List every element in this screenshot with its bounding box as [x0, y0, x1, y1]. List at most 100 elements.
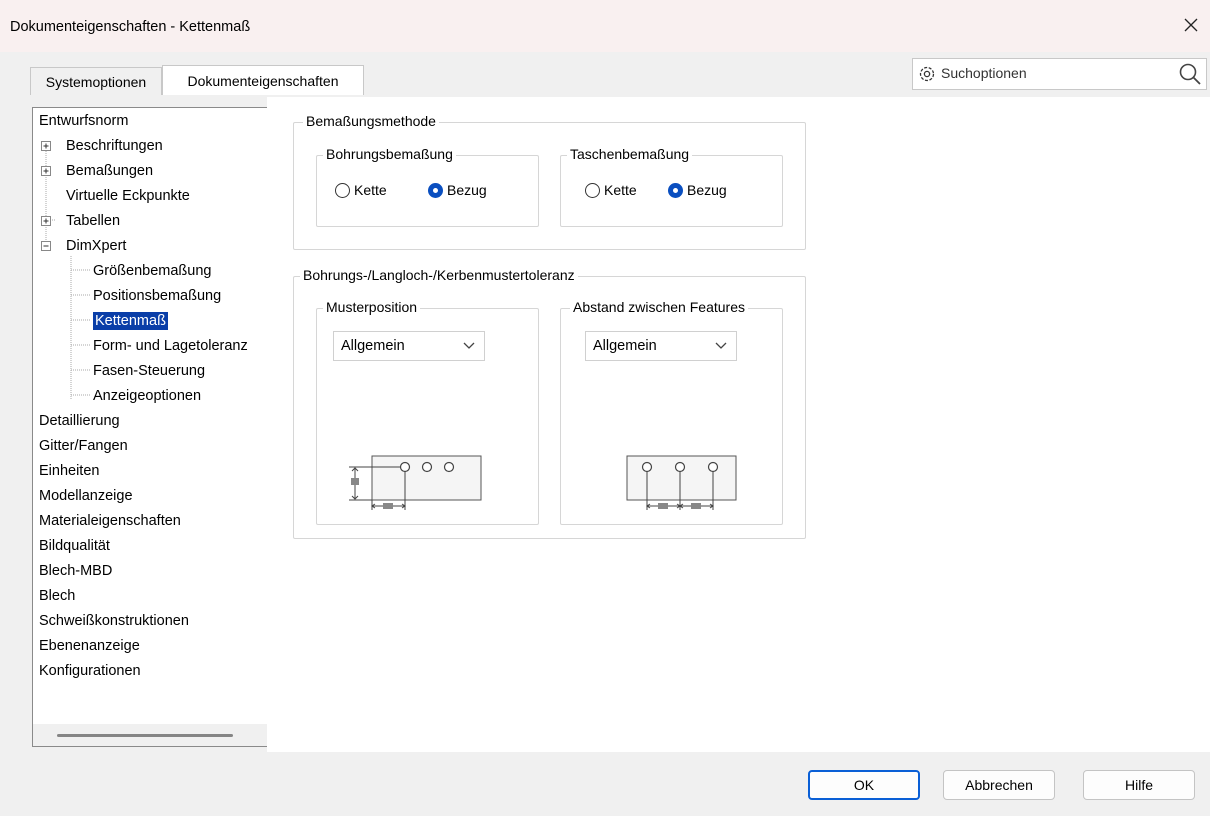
expand-icon[interactable]: [41, 166, 52, 177]
search-placeholder: Suchoptionen: [941, 65, 1027, 81]
radio-on-icon: [668, 182, 683, 198]
tree-item-label: Gitter/Fangen: [39, 438, 128, 454]
tree-item-label: Virtuelle Eckpunkte: [66, 188, 190, 204]
tree-item[interactable]: Ebenenanzeige: [39, 634, 140, 658]
chevron-down-icon: [463, 342, 475, 349]
help-button[interactable]: Hilfe: [1083, 770, 1195, 800]
tree-item-label: Schweißkonstruktionen: [39, 613, 189, 629]
radio-off-icon: [335, 182, 350, 198]
tree-item[interactable]: Schweißkonstruktionen: [39, 609, 189, 633]
tree-item-label: Form- und Lagetoleranz: [93, 338, 248, 354]
expand-icon[interactable]: [41, 216, 52, 227]
close-icon: [1184, 18, 1198, 32]
cancel-button[interactable]: Abbrechen: [943, 770, 1055, 800]
tasche-radio-kette[interactable]: Kette: [585, 182, 637, 198]
position-select-value: Allgemein: [341, 338, 405, 354]
pattern-position-diagram: [349, 455, 482, 510]
spacing-group-title: Abstand zwischen Features: [570, 299, 748, 315]
tasche-group-title: Taschenbemaßung: [567, 146, 693, 162]
tree-item[interactable]: Blech-MBD: [39, 559, 112, 583]
options-panel: Bemaßungsmethode Bohrungsbemaßung Kette …: [267, 97, 1210, 752]
bohrung-radio-bezug[interactable]: Bezug: [428, 182, 487, 198]
tree-item[interactable]: Gitter/Fangen: [39, 434, 128, 458]
tree-item-label: Konfigurationen: [39, 663, 141, 679]
tree-item[interactable]: Bemaßungen: [41, 159, 154, 183]
tree-item[interactable]: Form- und Lagetoleranz: [93, 334, 248, 358]
tree-item-label: Blech-MBD: [39, 563, 113, 579]
method-group-title: Bemaßungsmethode: [303, 113, 439, 129]
tree-item-label: Kettenmaß: [93, 312, 168, 330]
tree-item[interactable]: Detaillierung: [39, 409, 120, 433]
tasche-group: Taschenbemaßung Kette Bezug: [560, 146, 783, 227]
help-button-label: Hilfe: [1124, 777, 1153, 793]
tree-item-label: Bemaßungen: [66, 163, 154, 179]
tree-item-label: Materialeigenschaften: [39, 513, 181, 529]
tree-item-label: Bildqualität: [39, 538, 110, 554]
tab-dokumenteigenschaften[interactable]: Dokumenteigenschaften: [162, 65, 364, 95]
chevron-down-icon: [715, 342, 727, 349]
tree-item-label: Fasen-Steuerung: [93, 363, 206, 379]
tree-item-label: Beschriftungen: [66, 138, 163, 154]
tab-systemoptionen[interactable]: Systemoptionen: [30, 67, 162, 95]
position-select[interactable]: Allgemein: [333, 331, 485, 361]
ok-button-label: OK: [853, 777, 875, 793]
tree-item-label: Blech: [39, 588, 76, 604]
tree-item[interactable]: Beschriftungen: [41, 134, 163, 158]
collapse-icon[interactable]: [41, 241, 52, 252]
tree-item[interactable]: Einheiten: [39, 459, 99, 483]
spacing-select-value: Allgemein: [593, 338, 657, 354]
window-title: Dokumenteigenschaften - Kettenmaß: [10, 19, 251, 35]
ok-button[interactable]: OK: [808, 770, 920, 800]
radio-on-icon: [428, 182, 443, 198]
tolerance-group-title: Bohrungs-/Langloch-/Kerbenmustertoleranz: [300, 267, 578, 283]
tree-item-label: Entwurfsnorm: [39, 113, 129, 129]
radio-off-icon: [585, 182, 600, 198]
tree-item-label: Größenbemaßung: [93, 263, 212, 279]
spacing-select[interactable]: Allgemein: [585, 331, 737, 361]
horizontal-scrollbar[interactable]: [33, 724, 267, 746]
close-button[interactable]: [1176, 10, 1206, 40]
tab-label: Dokumenteigenschaften: [187, 72, 339, 89]
tree-item[interactable]: Entwurfsnorm: [39, 109, 128, 133]
cancel-button-label: Abbrechen: [965, 777, 1033, 793]
tree-item-label: Einheiten: [39, 463, 100, 479]
radio-label: Kette: [354, 182, 387, 198]
feature-spacing-diagram: [626, 455, 737, 510]
tree-item-label: Tabellen: [66, 213, 121, 229]
bohrung-radio-kette[interactable]: Kette: [335, 182, 387, 198]
tree-item[interactable]: DimXpert: [41, 234, 127, 258]
scrollbar-thumb[interactable]: [57, 734, 233, 737]
tree-item[interactable]: Bildqualität: [39, 534, 110, 558]
tasche-radio-bezug[interactable]: Bezug: [668, 182, 727, 198]
gear-icon: [919, 66, 935, 82]
method-group: Bemaßungsmethode Bohrungsbemaßung Kette …: [293, 113, 806, 250]
tree-item[interactable]: Virtuelle Eckpunkte: [66, 184, 190, 208]
options-tree[interactable]: Entwurfsnorm Beschriftungen Bemaßungen Virt…: [32, 107, 268, 747]
bohrung-group-title: Bohrungsbemaßung: [323, 146, 456, 162]
tree-item[interactable]: Blech: [39, 584, 75, 608]
radio-label: Bezug: [447, 182, 487, 198]
radio-label: Kette: [604, 182, 637, 198]
tree-item[interactable]: Konfigurationen: [39, 659, 141, 683]
tree-item[interactable]: Positionsbemaßung: [93, 284, 221, 308]
position-group-title: Musterposition: [323, 299, 421, 315]
bohrung-group: Bohrungsbemaßung Kette Bezug: [316, 146, 539, 227]
tree-item[interactable]: Größenbemaßung: [93, 259, 211, 283]
tree-item[interactable]: Tabellen: [41, 209, 121, 233]
expand-icon[interactable]: [41, 141, 52, 152]
spacing-group: Abstand zwischen Features Allgemein: [560, 299, 783, 525]
tree-item-label: Detaillierung: [39, 413, 120, 429]
search-icon[interactable]: [1177, 61, 1203, 87]
position-group: Musterposition Allgemein: [316, 299, 539, 525]
tree-item[interactable]: Kettenmaß: [93, 309, 168, 333]
title-bar: Dokumenteigenschaften - Kettenmaß: [0, 0, 1210, 52]
tree-item[interactable]: Fasen-Steuerung: [93, 359, 205, 383]
tree-item[interactable]: Materialeigenschaften: [39, 509, 181, 533]
tree-item-label: Modellanzeige: [39, 488, 133, 504]
tree-item-label: Positionsbemaßung: [93, 288, 222, 304]
tree-item[interactable]: Anzeigeoptionen: [93, 384, 201, 408]
search-input[interactable]: Suchoptionen: [912, 58, 1207, 90]
tree-item[interactable]: Modellanzeige: [39, 484, 133, 508]
tree-item-label: DimXpert: [66, 238, 127, 254]
radio-label: Bezug: [687, 182, 727, 198]
